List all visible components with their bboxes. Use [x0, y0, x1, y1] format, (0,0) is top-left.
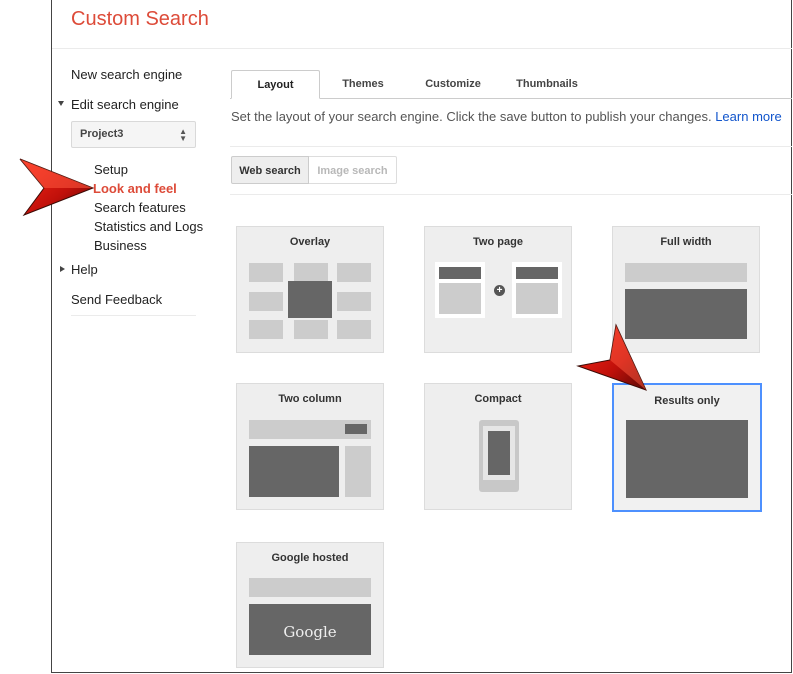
overlay-preview-block [249, 292, 283, 311]
overlay-preview-block [249, 320, 283, 339]
web-search-toggle[interactable]: Web search [231, 156, 309, 184]
layout-card-compact[interactable]: Compact [424, 383, 572, 510]
overlay-preview-block [294, 320, 328, 339]
help-link[interactable]: Help [71, 262, 98, 277]
sidebar-item-setup[interactable]: Setup [94, 162, 128, 177]
expand-right-icon[interactable] [60, 266, 65, 272]
overlay-preview-block [337, 320, 371, 339]
app-title: Custom Search [71, 8, 209, 30]
layout-card-title: Two page [473, 236, 523, 248]
image-search-toggle[interactable]: Image search [309, 156, 397, 184]
layout-card-title: Compact [474, 393, 522, 405]
project-select[interactable]: Project3 ▲ ▼ [71, 121, 196, 148]
project-select-value: Project3 [80, 128, 124, 140]
send-feedback-link[interactable]: Send Feedback [71, 292, 162, 307]
two-column-preview-main [249, 446, 339, 497]
sidebar-item-search-features[interactable]: Search features [94, 200, 186, 215]
sidebar-item-business[interactable]: Business [94, 238, 147, 253]
two-page-preview-body [439, 283, 481, 314]
new-search-engine-link[interactable]: New search engine [71, 67, 182, 82]
google-hosted-preview-results: Google [249, 604, 371, 655]
toggle-divider [230, 194, 792, 195]
plus-icon: + [494, 285, 505, 296]
pointer-arrow-icon [576, 323, 647, 391]
two-column-preview-side [345, 446, 371, 497]
overlay-preview-block [294, 263, 328, 282]
tab-thumbnails[interactable]: Thumbnails [506, 70, 588, 99]
results-only-preview [626, 420, 748, 498]
layout-card-title: Results only [654, 395, 720, 407]
overlay-preview-block [249, 263, 283, 282]
two-page-preview-bar [516, 267, 558, 279]
layout-card-overlay[interactable]: Overlay [236, 226, 384, 353]
two-column-preview-button [345, 424, 367, 434]
full-width-preview-bar [625, 263, 747, 282]
tab-themes[interactable]: Themes [330, 70, 396, 99]
sidebar-divider [71, 315, 196, 316]
sidebar-item-statistics[interactable]: Statistics and Logs [94, 219, 203, 234]
layout-card-google-hosted[interactable]: Google hosted Google [236, 542, 384, 668]
google-logo: Google [283, 623, 337, 641]
sidebar-item-look-and-feel[interactable]: Look and feel [93, 181, 177, 196]
layout-card-two-column[interactable]: Two column [236, 383, 384, 510]
layout-description: Set the layout of your search engine. Cl… [231, 109, 782, 124]
description-divider [230, 146, 792, 147]
overlay-preview-popup [288, 281, 332, 318]
overlay-preview-block [337, 263, 371, 282]
layout-card-title: Two column [278, 393, 342, 405]
layout-card-title: Google hosted [271, 552, 349, 564]
layout-card-results-only[interactable]: Results only [612, 383, 762, 512]
layout-card-two-page[interactable]: Two page + [424, 226, 572, 353]
layout-card-title: Overlay [289, 236, 331, 248]
phone-screen-results [488, 431, 510, 475]
tab-layout[interactable]: Layout [231, 70, 320, 99]
updown-arrows-icon: ▲ ▼ [179, 127, 187, 143]
header-divider [52, 48, 792, 49]
expand-down-icon[interactable] [58, 101, 64, 106]
edit-search-engine-link[interactable]: Edit search engine [71, 97, 179, 112]
overlay-preview-block [337, 292, 371, 311]
pointer-arrow-icon [19, 158, 95, 217]
google-hosted-preview-bar [249, 578, 371, 597]
two-page-preview-body [516, 283, 558, 314]
two-page-preview-bar [439, 267, 481, 279]
layout-card-title: Full width [660, 236, 712, 248]
description-text: Set the layout of your search engine. Cl… [231, 109, 712, 124]
learn-more-link[interactable]: Learn more [715, 109, 781, 124]
tab-customize[interactable]: Customize [413, 70, 493, 99]
